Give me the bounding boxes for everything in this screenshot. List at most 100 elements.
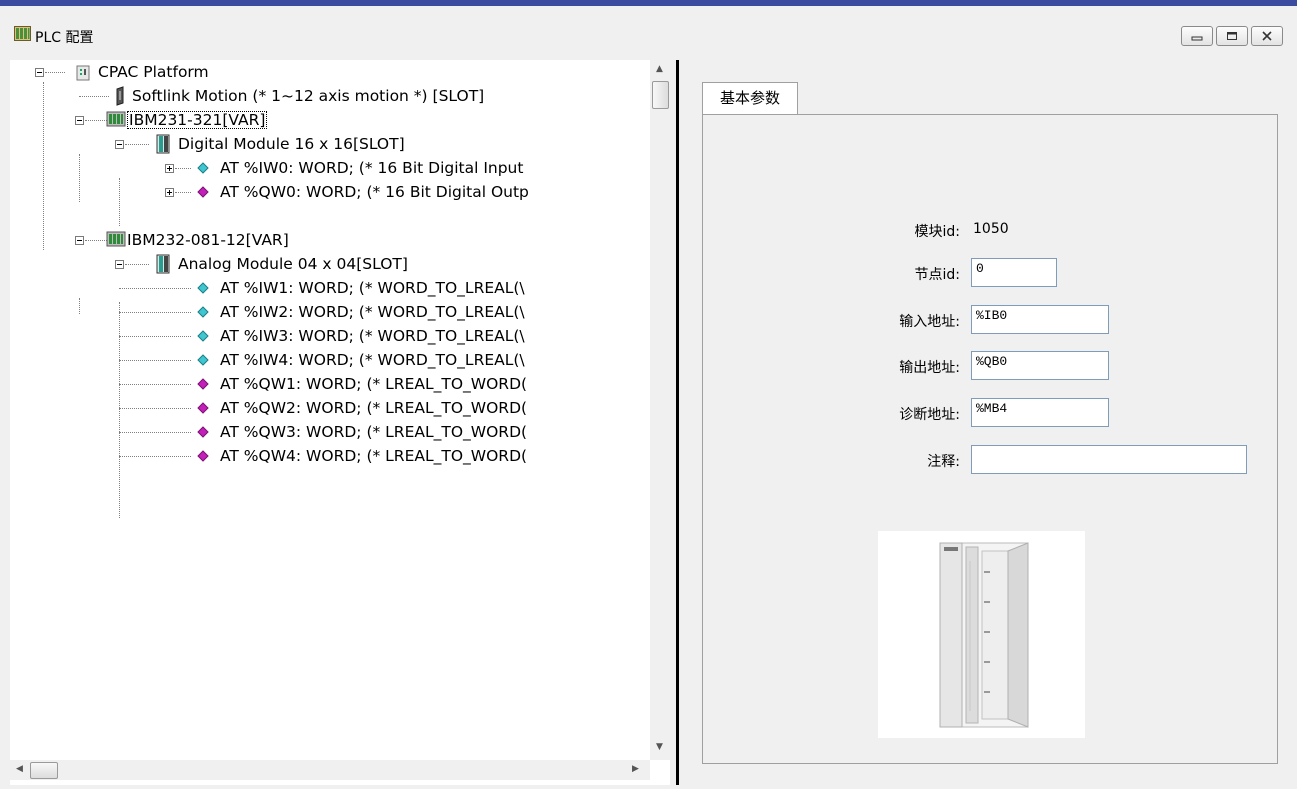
pane-splitter[interactable]	[676, 60, 679, 785]
tree-connector	[119, 456, 191, 458]
collapse-toggle[interactable]	[75, 236, 84, 245]
tree-connector	[119, 360, 191, 362]
tree-connector	[119, 178, 121, 226]
tree-connector	[119, 288, 191, 290]
expand-toggle[interactable]	[165, 188, 174, 197]
horizontal-scroll-thumb[interactable]	[30, 762, 58, 779]
tree-connector	[175, 168, 191, 170]
tree-node-iw4[interactable]: AT %IW4: WORD; (* WORD_TO_LREAL(\	[220, 348, 525, 372]
module-id-value: 1050	[973, 221, 1009, 237]
tree-vertical-scrollbar[interactable]: ▲ ▼	[650, 60, 670, 760]
module-id-label: 模块id:	[914, 224, 961, 240]
motion-slot-icon	[116, 86, 124, 106]
output-variable-icon	[197, 450, 209, 462]
collapse-toggle[interactable]	[35, 68, 44, 77]
tree-node-iw3[interactable]: AT %IW3: WORD; (* WORD_TO_LREAL(\	[220, 324, 525, 348]
tree-node-iw1[interactable]: AT %IW1: WORD; (* WORD_TO_LREAL(\	[220, 276, 525, 300]
tree-connector	[125, 144, 149, 146]
input-variable-icon	[197, 354, 209, 366]
close-button[interactable]	[1251, 26, 1283, 46]
comment-label: 注释:	[927, 454, 960, 470]
tree-node-cpac-platform[interactable]: CPAC Platform	[98, 60, 209, 84]
tree-node-iw0[interactable]: AT %IW0: WORD; (* 16 Bit Digital Input	[220, 156, 523, 180]
restore-button[interactable]	[1216, 26, 1248, 46]
digital-module-icon	[156, 134, 170, 154]
plc-config-icon	[14, 26, 31, 41]
output-address-field[interactable]: %QB0	[971, 351, 1109, 380]
device-tree-pane: CPAC Platform Softlink Motion (* 1~12 ax…	[10, 60, 670, 785]
tree-node-analog-module[interactable]: Analog Module 04 x 04[SLOT]	[178, 252, 408, 276]
tree-connector	[85, 240, 107, 242]
tree-node-ibm231-row[interactable]: IBM231-321[VAR]	[127, 108, 268, 132]
comment-field[interactable]	[971, 445, 1247, 474]
output-variable-icon	[197, 186, 209, 198]
tree-node-ibm232-081-12[interactable]: IBM232-081-12[VAR]	[127, 228, 289, 252]
output-variable-icon	[197, 378, 209, 390]
diagnostic-address-field[interactable]: %MB4	[971, 398, 1109, 427]
scroll-up-arrow-icon[interactable]: ▲	[656, 64, 663, 74]
tree-connector	[119, 302, 121, 518]
tree-node-ibm231-321[interactable]: IBM231-321[VAR]	[127, 111, 268, 129]
tree-connector	[119, 384, 191, 386]
tree-node-qw1[interactable]: AT %QW1: WORD; (* LREAL_TO_WORD(	[220, 372, 527, 396]
minimize-button[interactable]	[1181, 26, 1213, 46]
plc-config-window: PLC 配置 CPAC Platform Softlink Motion (* …	[0, 6, 1297, 789]
node-id-label: 节点id:	[914, 267, 961, 283]
tree-node-digital-module[interactable]: Digital Module 16 x 16[SLOT]	[178, 132, 405, 156]
minimize-icon	[1191, 36, 1203, 41]
expand-toggle[interactable]	[165, 164, 174, 173]
platform-icon	[76, 65, 90, 81]
tree-connector	[85, 120, 107, 122]
io-station-icon	[106, 231, 126, 247]
output-address-label: 输出地址:	[899, 360, 960, 376]
vertical-scroll-thumb[interactable]	[652, 81, 669, 109]
tree-horizontal-scrollbar[interactable]: ◀ ▶	[10, 760, 650, 780]
tab-basic-params[interactable]: 基本参数	[702, 82, 798, 115]
io-module-picture	[878, 531, 1085, 738]
tree-node-qw3[interactable]: AT %QW3: WORD; (* LREAL_TO_WORD(	[220, 420, 527, 444]
input-address-label: 输入地址:	[899, 314, 960, 330]
tree-node-qw2[interactable]: AT %QW2: WORD; (* LREAL_TO_WORD(	[220, 396, 527, 420]
collapse-toggle[interactable]	[75, 116, 84, 125]
input-address-field[interactable]: %IB0	[971, 305, 1109, 334]
scroll-down-arrow-icon[interactable]: ▼	[656, 742, 663, 752]
node-id-field[interactable]: 0	[971, 258, 1057, 287]
scroll-right-arrow-icon[interactable]: ▶	[632, 764, 639, 774]
collapse-toggle[interactable]	[115, 140, 124, 149]
tree-connector	[119, 312, 191, 314]
tree-node-softlink-motion[interactable]: Softlink Motion (* 1~12 axis motion *) […	[132, 84, 484, 108]
diagnostic-address-label: 诊断地址:	[899, 407, 960, 423]
collapse-toggle[interactable]	[115, 260, 124, 269]
tree-connector	[119, 432, 191, 434]
window-controls	[1181, 26, 1283, 46]
tree-connector	[119, 408, 191, 410]
tree-connector	[79, 298, 81, 314]
tree-connector	[119, 336, 191, 338]
module-properties-pane: 基本参数 模块id: 1050 节点id: 0 输入地址: %IB0 输出地址:…	[680, 60, 1287, 785]
tree-connector	[175, 192, 191, 194]
output-variable-icon	[197, 426, 209, 438]
scroll-left-arrow-icon[interactable]: ◀	[16, 764, 23, 774]
analog-module-icon	[156, 254, 170, 274]
restore-icon	[1227, 32, 1237, 40]
window-title: PLC 配置	[35, 30, 94, 46]
tree-connector	[79, 96, 109, 98]
tree-node-iw2[interactable]: AT %IW2: WORD; (* WORD_TO_LREAL(\	[220, 300, 525, 324]
input-variable-icon	[197, 330, 209, 342]
tree-connector	[79, 154, 81, 202]
input-variable-icon	[197, 282, 209, 294]
tree-node-qw4[interactable]: AT %QW4: WORD; (* LREAL_TO_WORD(	[220, 444, 527, 468]
module-image	[878, 531, 1085, 738]
tree-connector	[125, 264, 149, 266]
input-variable-icon	[197, 162, 209, 174]
output-variable-icon	[197, 402, 209, 414]
device-tree: CPAC Platform Softlink Motion (* 1~12 ax…	[10, 60, 650, 760]
title-bar: PLC 配置	[0, 6, 1297, 52]
close-icon	[1262, 31, 1272, 41]
tree-connector	[45, 72, 65, 74]
basic-params-panel: 模块id: 1050 节点id: 0 输入地址: %IB0 输出地址: %QB0…	[702, 114, 1278, 764]
tree-connector	[43, 82, 45, 250]
tree-node-qw0[interactable]: AT %QW0: WORD; (* 16 Bit Digital Outp	[220, 180, 529, 204]
input-variable-icon	[197, 306, 209, 318]
io-station-icon	[106, 111, 126, 127]
